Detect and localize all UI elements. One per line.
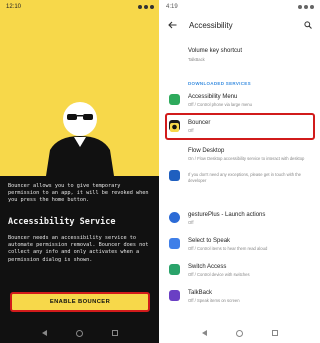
status-time: 12:10 <box>6 4 22 10</box>
page-title: Accessibility <box>189 20 233 30</box>
back-arrow-icon[interactable] <box>168 21 177 29</box>
talkback-icon <box>169 290 180 301</box>
item-title: Volume key shortcut <box>188 48 243 54</box>
search-icon[interactable] <box>304 21 312 29</box>
item-title: TalkBack <box>188 290 213 296</box>
switch-access-icon <box>169 264 180 275</box>
back-icon[interactable] <box>42 330 48 336</box>
home-icon[interactable] <box>75 329 83 337</box>
recents-icon[interactable] <box>271 330 278 336</box>
gestureplus-icon <box>169 212 180 223</box>
item-title: Select to Speak <box>188 238 231 244</box>
signal-icon <box>144 5 148 9</box>
status-time: 4:19 <box>166 4 178 10</box>
item-title: Accessibility Menu <box>188 94 238 100</box>
item-note: If you don't need any exceptions, please… <box>188 172 302 183</box>
item-subtitle: Off <box>188 128 194 133</box>
item-subtitle: Off / Speak items on screen <box>188 298 240 303</box>
item-subtitle: Off / Control phone via large menu <box>188 102 252 107</box>
bouncer-icon <box>169 120 180 132</box>
accessibility-service-title: Accessibility Service <box>8 217 116 227</box>
item-subtitle: Off / Control items to hear them read al… <box>188 246 268 251</box>
item-title: Switch Access <box>188 264 227 270</box>
status-icons <box>138 5 154 9</box>
accessibility-service-description: Bouncer needs an accessibility service t… <box>8 235 149 263</box>
app-bar: Accessibility <box>160 14 320 36</box>
bouncer-app-screen: 12:10 Bouncer allows you to give tempora… <box>0 0 160 343</box>
enable-bouncer-button[interactable]: ENABLE BOUNCER <box>10 292 150 312</box>
select-to-speak-icon <box>169 238 180 249</box>
flow-desktop-icon <box>169 170 180 181</box>
bouncer-figure-illustration <box>46 102 114 176</box>
item-title: Bouncer <box>188 120 211 126</box>
wifi-icon <box>138 5 142 9</box>
item-subtitle: Off / Control device with switches <box>188 272 250 277</box>
navigation-bar <box>0 323 160 343</box>
navigation-bar <box>160 323 320 343</box>
wifi-icon <box>298 5 302 9</box>
battery-icon <box>310 5 314 9</box>
accessibility-menu-icon <box>169 94 180 105</box>
item-subtitle: On / Flow Desktop accessibility service … <box>188 156 305 161</box>
recents-icon[interactable] <box>111 330 118 336</box>
bouncer-highlight-box <box>165 113 315 140</box>
item-title: Flow Desktop <box>188 148 225 154</box>
status-bar: 4:19 <box>160 0 320 14</box>
item-subtitle: Off <box>188 220 194 225</box>
status-icons <box>298 5 314 9</box>
item-subtitle: TalkBack <box>188 57 205 62</box>
signal-icon <box>304 5 308 9</box>
section-header-downloaded: DOWNLOADED SERVICES <box>188 81 251 86</box>
item-title: gesturePlus - Launch actions <box>188 212 266 218</box>
bouncer-description: Bouncer allows you to give temporary per… <box>8 183 149 204</box>
home-icon[interactable] <box>235 329 243 337</box>
back-icon[interactable] <box>202 330 208 336</box>
battery-icon <box>150 5 154 9</box>
status-bar: 12:10 <box>0 0 160 14</box>
accessibility-settings-screen: 4:19 Accessibility Volume key shortcut T… <box>160 0 320 343</box>
